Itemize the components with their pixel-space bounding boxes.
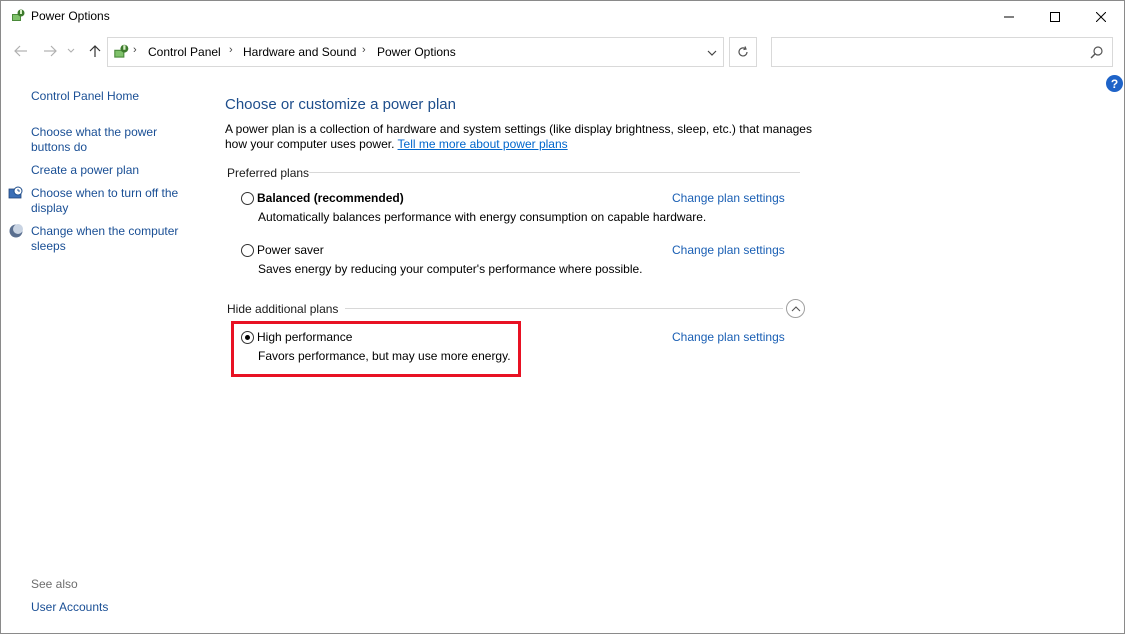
balanced-plan-name[interactable]: Balanced (recommended): [257, 191, 404, 205]
maximize-icon: [1050, 11, 1060, 22]
breadcrumb-control-panel[interactable]: Control Panel: [148, 45, 221, 59]
choose-power-buttons-link[interactable]: Choose what the power buttons do: [31, 125, 171, 155]
recent-dropdown-icon: [67, 48, 75, 53]
address-dropdown-button[interactable]: [703, 44, 721, 62]
up-arrow-icon: [89, 45, 101, 57]
user-accounts-link[interactable]: User Accounts: [31, 600, 108, 615]
refresh-icon: [738, 46, 748, 57]
see-also-label: See also: [31, 577, 78, 591]
close-button[interactable]: [1078, 1, 1124, 32]
back-arrow-icon: [14, 45, 27, 57]
power-options-icon: [114, 44, 129, 58]
maximize-button[interactable]: [1032, 1, 1078, 32]
help-icon[interactable]: ?: [1106, 75, 1123, 92]
refresh-button[interactable]: [729, 37, 757, 67]
up-button[interactable]: [86, 42, 104, 60]
breadcrumb-hardware-and-sound[interactable]: Hardware and Sound: [243, 45, 356, 59]
chevron-down-icon: [707, 50, 717, 56]
balanced-radio[interactable]: [241, 192, 254, 205]
search-input[interactable]: [771, 37, 1113, 67]
control-panel-home-link[interactable]: Control Panel Home: [31, 89, 139, 104]
learn-more-link[interactable]: Tell me more about power plans: [398, 137, 568, 151]
power-saver-plan-name[interactable]: Power saver: [257, 243, 324, 257]
minimize-icon: [1004, 16, 1014, 17]
navigation-bar: › Control Panel › Hardware and Sound › P…: [1, 34, 1124, 70]
power-saver-radio[interactable]: [241, 244, 254, 257]
back-button[interactable]: [12, 42, 30, 60]
create-power-plan-link[interactable]: Create a power plan: [31, 163, 139, 178]
chevron-up-icon: [791, 305, 800, 311]
breadcrumb-separator-icon[interactable]: ›: [133, 44, 137, 56]
turn-off-display-link[interactable]: Choose when to turn off the display: [31, 186, 191, 216]
additional-plans-divider: [345, 308, 783, 309]
forward-button[interactable]: [41, 42, 59, 60]
recent-locations-button[interactable]: [65, 42, 77, 60]
display-clock-icon: [8, 186, 23, 199]
preferred-plans-label: Preferred plans: [227, 166, 310, 180]
sleep-moon-icon: [9, 224, 23, 238]
description-line-1: A power plan is a collection of hardware…: [225, 122, 812, 136]
page-description: A power plan is a collection of hardware…: [225, 122, 815, 152]
breadcrumb-separator-icon[interactable]: ›: [362, 44, 366, 56]
breadcrumb-power-options[interactable]: Power Options: [377, 45, 456, 59]
page-title: Choose or customize a power plan: [225, 96, 456, 113]
close-icon: [1096, 11, 1106, 22]
forward-arrow-icon: [44, 45, 57, 57]
power-saver-plan-description: Saves energy by reducing your computer's…: [258, 262, 643, 276]
selection-highlight-box: [231, 321, 521, 377]
preferred-plans-divider: [309, 172, 800, 173]
search-icon[interactable]: [1090, 45, 1104, 59]
description-line-2: how your computer uses power.: [225, 137, 395, 151]
power-saver-change-plan-link[interactable]: Change plan settings: [672, 243, 785, 257]
power-options-icon: [12, 9, 25, 21]
high-performance-change-plan-link[interactable]: Change plan settings: [672, 330, 785, 344]
minimize-button[interactable]: [986, 1, 1032, 32]
balanced-change-plan-link[interactable]: Change plan settings: [672, 191, 785, 205]
balanced-plan-description: Automatically balances performance with …: [258, 210, 707, 224]
collapse-additional-plans-button[interactable]: [786, 299, 805, 318]
computer-sleeps-link[interactable]: Change when the computer sleeps: [31, 224, 191, 254]
hide-additional-plans-label[interactable]: Hide additional plans: [227, 302, 338, 316]
window-title: Power Options: [31, 9, 110, 23]
title-bar[interactable]: Power Options: [1, 1, 1124, 32]
address-bar[interactable]: › Control Panel › Hardware and Sound › P…: [107, 37, 724, 67]
breadcrumb-separator-icon[interactable]: ›: [229, 44, 233, 56]
power-options-window: Power Options › Control Panel › Hardware…: [0, 0, 1125, 634]
